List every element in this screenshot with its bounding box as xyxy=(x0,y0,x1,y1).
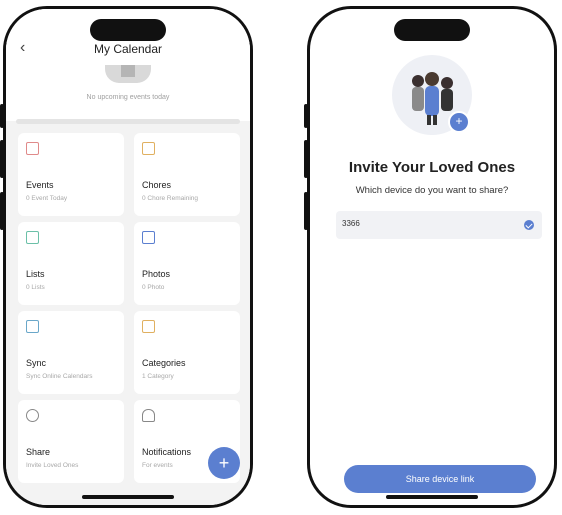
add-badge-icon: + xyxy=(448,111,470,133)
card-subtitle: 0 Lists xyxy=(26,284,45,291)
page-title: Invite Your Loved Ones xyxy=(348,159,516,176)
sync-icon xyxy=(26,320,39,333)
people-illustration: + xyxy=(392,55,472,135)
page-title: My Calendar xyxy=(93,42,163,56)
add-button[interactable]: + xyxy=(208,447,240,479)
empty-box-illustration xyxy=(105,65,151,83)
notch xyxy=(394,19,470,41)
card-label: Share xyxy=(26,447,51,457)
card-subtitle: For events xyxy=(142,462,173,469)
card-categories[interactable]: Categories 1 Category xyxy=(134,311,240,394)
card-label: Categories xyxy=(142,358,186,368)
home-screen: ‹ My Calendar No upcoming events today E… xyxy=(6,9,250,505)
card-events[interactable]: Events 0 Event Today xyxy=(18,133,124,216)
device-name: 3366 xyxy=(342,219,360,228)
share-device-link-button[interactable]: Share device link xyxy=(344,465,536,493)
card-label: Sync xyxy=(26,358,47,368)
card-subtitle: Invite Loved Ones xyxy=(26,462,79,469)
card-subtitle: 0 Chore Remaining xyxy=(142,195,199,202)
left-phone: ‹ My Calendar No upcoming events today E… xyxy=(3,6,253,508)
home-indicator xyxy=(386,495,478,499)
card-subtitle: Sync Online Calendars xyxy=(26,373,93,380)
chores-icon xyxy=(142,142,155,155)
bell-icon xyxy=(142,409,155,422)
card-label: Lists xyxy=(26,269,45,279)
card-label: Notifications xyxy=(142,447,192,457)
card-sync[interactable]: Sync Sync Online Calendars xyxy=(18,311,124,394)
check-icon xyxy=(524,220,534,230)
page-subtitle: Which device do you want to share? xyxy=(355,185,509,196)
device-option[interactable]: 3366 xyxy=(336,211,542,239)
categories-icon xyxy=(142,320,155,333)
card-label: Events xyxy=(26,180,54,190)
notch xyxy=(90,19,166,41)
card-subtitle: 1 Category xyxy=(142,373,174,380)
card-subtitle: 0 Photo xyxy=(142,284,165,291)
card-label: Photos xyxy=(142,269,171,279)
calendar-icon xyxy=(26,142,39,155)
card-chores[interactable]: Chores 0 Chore Remaining xyxy=(134,133,240,216)
share-user-icon xyxy=(26,409,39,422)
card-lists[interactable]: Lists 0 Lists xyxy=(18,222,124,305)
card-label: Chores xyxy=(142,180,172,190)
home-indicator xyxy=(82,495,174,499)
card-share[interactable]: Share Invite Loved Ones xyxy=(18,400,124,483)
divider xyxy=(16,119,240,124)
right-phone: + Invite Your Loved Ones Which device do… xyxy=(307,6,557,508)
photo-icon xyxy=(142,231,155,244)
card-photos[interactable]: Photos 0 Photo xyxy=(134,222,240,305)
empty-state-text: No upcoming events today xyxy=(86,94,170,101)
list-icon xyxy=(26,231,39,244)
card-subtitle: 0 Event Today xyxy=(26,195,68,202)
